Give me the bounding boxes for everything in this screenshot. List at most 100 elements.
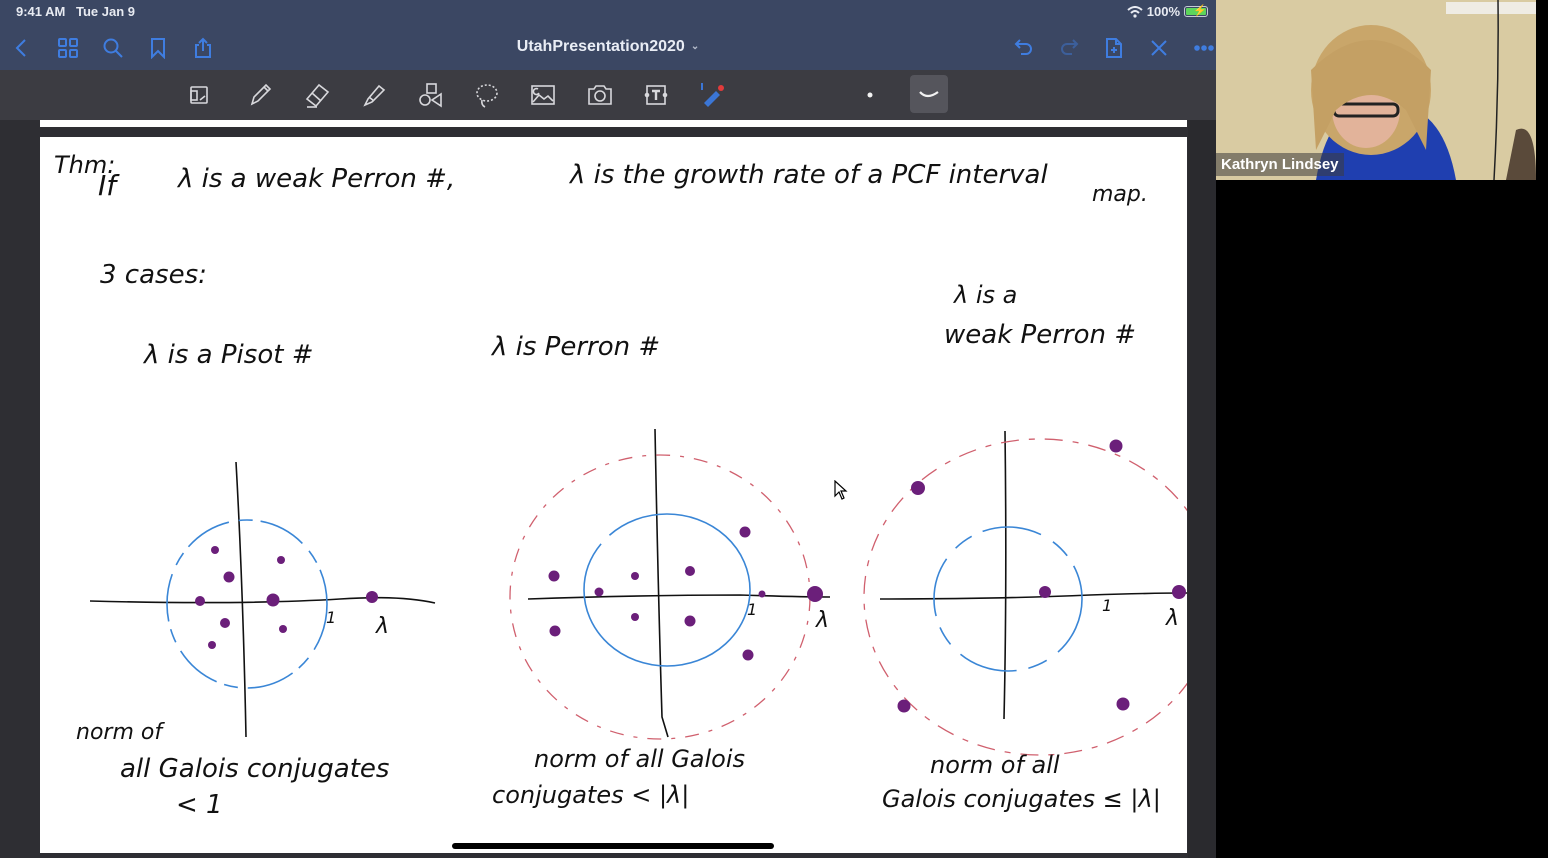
case1-heading: λ is a Pisot # [142,340,313,370]
point [631,572,639,580]
camera-tool[interactable] [583,78,617,112]
lasso-icon [476,84,498,108]
point [211,546,219,554]
point [1116,697,1130,711]
diagram-pisot: 1 λ [89,461,436,738]
redo-button[interactable] [1055,34,1083,62]
page-margin [1188,120,1216,858]
point [685,566,695,576]
unit-circle [583,513,751,667]
camera-icon [588,85,612,105]
add-page-icon [1106,38,1122,58]
point [1109,439,1123,453]
point [549,625,561,637]
lasso-tool[interactable] [470,78,504,112]
laser-pointer-icon [701,83,724,107]
text-tool[interactable] [639,78,673,112]
case3-heading-line1: λ is a [952,281,1017,309]
imaginary-axis [654,428,669,738]
case3-caption-line2: Galois conjugates ≤ |λ| [882,785,1161,813]
case1-caption-line1: norm of [76,720,165,745]
case2-caption-line1: norm of all Galois [534,745,745,773]
case3-heading-line2: weak Perron # [944,320,1136,350]
close-icon [1151,40,1167,56]
point [208,641,216,649]
theorem-conclusion: λ is the growth rate of a PCF interval [568,160,1048,190]
battery-percent: 100% [1146,4,1180,19]
lambda-label: λ [815,608,829,633]
real-axis [527,594,831,600]
redo-icon [1061,39,1079,55]
image-icon [531,85,555,105]
wifi-icon [1127,5,1143,18]
imaginary-axis [1003,430,1007,720]
battery-charging-icon: ⚡ [1184,5,1208,17]
unit-label: 1 [747,600,757,619]
galois-conjugate-points [548,526,823,661]
stroke-style-option[interactable] [910,75,948,113]
point [631,613,639,621]
point [220,618,230,628]
eraser-tool[interactable] [300,78,334,112]
point [594,587,604,597]
real-axis [879,592,1187,600]
point [277,556,285,564]
status-time: 9:41 AM [16,4,66,19]
notebook-page[interactable]: Thm: If λ is a weak Perron #, λ is the g… [40,137,1187,853]
document-title-text: UtahPresentation2020 [516,38,685,55]
point [223,571,235,583]
curve-stroke-icon [919,91,939,98]
galois-conjugate-points [897,439,1186,713]
point [1039,586,1051,598]
case1-caption-line2: all Galois conjugates [120,754,389,784]
point [897,699,911,713]
pen-tool[interactable] [243,78,277,112]
imaginary-axis [235,461,247,738]
participant-video-tile[interactable]: Kathryn Lindsey [1216,0,1536,180]
more-icon [1194,45,1214,51]
unit-label: 1 [1102,596,1112,615]
real-axis [89,596,436,604]
unit-circle [166,519,328,689]
status-date: Tue Jan 9 [76,4,136,19]
point [548,570,560,582]
cases-heading: 3 cases: [100,260,207,290]
close-button[interactable] [1145,34,1173,62]
video-panel-edge [1536,0,1548,858]
point [684,615,696,627]
previous-page-edge [40,120,1187,127]
eraser-icon [305,83,330,108]
dot-size-icon [867,92,873,98]
page-layout-tool[interactable] [182,78,216,112]
image-tool[interactable] [526,78,560,112]
add-page-button[interactable] [1100,34,1128,62]
theorem-map: map. [1092,182,1148,207]
laser-pointer-tool[interactable] [695,78,729,112]
lambda-point [1172,585,1186,599]
navigation-bar: 9:41 AM Tue Jan 9 100% ⚡ UtahPresentatio… [0,0,1216,70]
chevron-down-icon: ⌄ [690,41,700,53]
shapes-icon [419,83,442,108]
more-button[interactable] [1190,34,1216,62]
case1-caption-line3: < 1 [176,790,223,820]
diagram-weak-perron: 1 λ [863,430,1187,756]
theorem-if: If [98,169,120,202]
case3-caption-line1: norm of all [930,751,1060,779]
drawing-toolbar [0,70,1216,120]
point [739,526,751,538]
highlighter-icon [363,84,386,107]
lambda-circle [509,454,811,740]
handwritten-notes: Thm: If λ is a weak Perron #, λ is the g… [54,151,1187,820]
point [195,596,205,606]
point [266,593,280,607]
ipad-screen: 9:41 AM Tue Jan 9 100% ⚡ UtahPresentatio… [0,0,1216,858]
participant-name: Kathryn Lindsey [1216,153,1344,176]
theorem-hypothesis: λ is a weak Perron #, [176,164,455,194]
lambda-label: λ [375,614,389,639]
highlighter-tool[interactable] [357,78,391,112]
undo-button[interactable] [1010,34,1038,62]
home-indicator[interactable] [452,843,774,849]
shapes-tool[interactable] [413,78,447,112]
pen-size-option[interactable] [853,78,887,112]
diagram-perron: 1 λ [509,428,831,740]
